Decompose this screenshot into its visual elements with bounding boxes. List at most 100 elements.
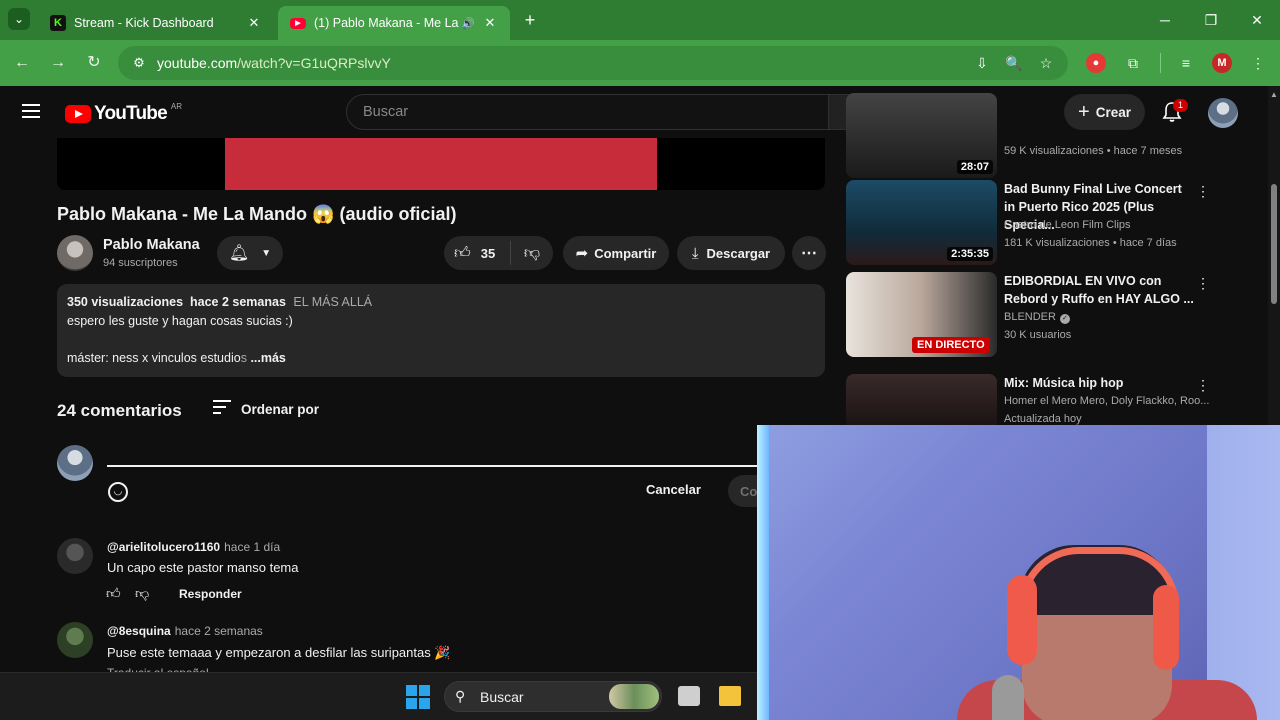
taskbar-search[interactable]: ⚲ Buscar: [444, 681, 662, 712]
download-button[interactable]: ⤓ Descargar: [677, 236, 785, 270]
comment-text: Puse este temaaa y empezaron a desfilar …: [107, 645, 451, 660]
search-input[interactable]: Buscar: [346, 94, 829, 130]
forward-button[interactable]: →: [45, 50, 71, 76]
share-button[interactable]: ➦ Compartir: [563, 236, 669, 270]
subscription-notifications-button[interactable]: 🔔︎ ▼: [217, 236, 283, 270]
video-thumbnail[interactable]: EN DIRECTO: [846, 272, 997, 357]
dislike-button[interactable]: 👎︎: [511, 244, 553, 263]
comment-author[interactable]: @arielitolucero1160 hace 1 día: [107, 540, 280, 554]
recommended-video[interactable]: 2:35:35 Bad Bunny Final Live Concert in …: [846, 180, 1216, 266]
channel-name: Homer el Mero Mero, Doly Flackko, Roo...: [1004, 395, 1210, 407]
extensions-puzzle-icon[interactable]: ⧉: [1123, 53, 1143, 73]
chevron-down-icon: ▼: [261, 247, 272, 259]
tab-search-menu-button[interactable]: ⌄: [8, 8, 30, 30]
install-app-icon[interactable]: ⇩: [972, 54, 992, 72]
toolbar-separator: [1160, 53, 1161, 73]
zoom-icon[interactable]: 🔍: [1004, 54, 1024, 72]
search-highlight-image: [609, 684, 659, 709]
browser-tab-bar: ⌄ K Stream - Kick Dashboard ✕ ▶ (1) Pabl…: [0, 0, 1280, 40]
video-title[interactable]: Mix: Música hip hop: [1004, 374, 1194, 392]
reply-button[interactable]: Responder: [179, 587, 242, 601]
screen: ⌄ K Stream - Kick Dashboard ✕ ▶ (1) Pabl…: [0, 0, 1280, 720]
thumbs-down-icon[interactable]: 👎︎: [135, 585, 153, 602]
description-line: espero les guste y hagan cosas sucias :): [67, 314, 293, 328]
minimize-button[interactable]: ─: [1142, 0, 1188, 40]
video-meta: 59 K visualizaciones • hace 7 meses: [1004, 145, 1183, 157]
youtube-header: YouTube AR Buscar + Crear: [0, 86, 1268, 138]
youtube-icon: ▶: [290, 17, 306, 29]
account-avatar[interactable]: [1208, 98, 1238, 128]
sort-comments-button[interactable]: Ordenar por: [213, 400, 319, 418]
more-actions-button[interactable]: ⋯: [792, 236, 826, 270]
channel-name[interactable]: Pablo Makana: [103, 237, 200, 253]
channel-name[interactable]: BLENDER ✓: [1004, 311, 1070, 324]
youtube-logo[interactable]: YouTube AR: [65, 102, 182, 125]
commenter-avatar[interactable]: [57, 622, 93, 658]
url-text: youtube.com/watch?v=G1uQRPslvvY: [157, 55, 391, 71]
close-tab-icon[interactable]: ✕: [246, 15, 262, 31]
headphones-icon: [1007, 575, 1037, 665]
recommended-mix[interactable]: Mix: Música hip hop Homer el Mero Mero, …: [846, 374, 1216, 426]
extension-red-icon[interactable]: ●: [1086, 53, 1106, 73]
video-meta: 30 K usuarios: [1004, 329, 1072, 341]
more-vertical-icon[interactable]: ⋮: [1196, 377, 1210, 394]
cancel-comment-button[interactable]: Cancelar: [646, 482, 701, 497]
video-meta: 181 K visualizaciones • hace 7 días: [1004, 237, 1177, 249]
close-tab-icon[interactable]: ✕: [482, 15, 498, 31]
back-button[interactable]: ←: [9, 50, 35, 76]
video-thumbnail[interactable]: 28:07: [846, 93, 997, 178]
new-tab-button[interactable]: +: [520, 9, 540, 31]
my-avatar: [57, 445, 93, 481]
reload-button[interactable]: ↻: [81, 50, 107, 76]
speaker-icon[interactable]: 🔊: [460, 17, 476, 30]
video-player[interactable]: [57, 138, 825, 190]
tab-kick-dashboard[interactable]: K Stream - Kick Dashboard ✕: [38, 6, 274, 40]
video-meta: Actualizada hoy: [1004, 413, 1082, 425]
tab-title: (1) Pablo Makana - Me La M: [314, 16, 460, 30]
comment-author[interactable]: @8esquina hace 2 semanas: [107, 624, 263, 638]
video-title: Pablo Makana - Me La Mando 😱 (audio ofic…: [57, 204, 457, 224]
channel-name[interactable]: Castro de Leon Film Clips: [1004, 219, 1131, 231]
comment-text: Un capo este pastor manso tema: [107, 560, 299, 575]
tab-title: Stream - Kick Dashboard: [74, 16, 214, 30]
commenter-avatar[interactable]: [57, 538, 93, 574]
verified-icon: ✓: [1059, 314, 1070, 324]
show-more-link[interactable]: ...más: [250, 351, 285, 365]
thumbs-down-icon: 👎︎: [523, 244, 541, 262]
close-window-button[interactable]: ✕: [1234, 0, 1280, 40]
video-description[interactable]: 350 visualizaciones hace 2 semanas EL MÁ…: [57, 284, 825, 377]
plus-icon: +: [1078, 101, 1090, 123]
video-title[interactable]: EDIBORDIAL EN VIVO con Rebord y Ruffo en…: [1004, 272, 1194, 308]
more-vertical-icon[interactable]: ⋮: [1196, 183, 1210, 200]
windows-start-icon[interactable]: [406, 685, 430, 709]
site-settings-icon[interactable]: ⚙: [130, 54, 148, 72]
video-thumbnail[interactable]: [846, 374, 997, 426]
task-view-icon[interactable]: [678, 686, 700, 706]
more-vertical-icon[interactable]: ⋮: [1196, 275, 1210, 292]
file-explorer-icon[interactable]: [719, 686, 741, 706]
video-thumbnail[interactable]: 2:35:35: [846, 180, 997, 265]
emoji-icon[interactable]: ◡: [108, 482, 128, 502]
profile-avatar[interactable]: M: [1212, 53, 1232, 73]
bookmark-star-icon[interactable]: ☆: [1036, 54, 1056, 72]
restore-button[interactable]: ❐: [1188, 0, 1234, 40]
scroll-up-icon[interactable]: ▲: [1270, 90, 1278, 99]
recommended-video[interactable]: EN DIRECTO EDIBORDIAL EN VIVO con Rebord…: [846, 272, 1216, 358]
address-bar[interactable]: ⚙ youtube.com/watch?v=G1uQRPslvvY ⇩ 🔍 ☆: [118, 46, 1068, 80]
thumbs-up-icon[interactable]: 👍︎: [106, 585, 124, 602]
scrollbar-thumb[interactable]: [1271, 184, 1277, 304]
hashtag[interactable]: EL MÁS ALLÁ: [293, 295, 372, 309]
channel-avatar[interactable]: [57, 235, 93, 271]
youtube-play-icon: [65, 105, 91, 123]
recommended-video[interactable]: 28:07 59 K visualizaciones • hace 7 mese…: [846, 93, 1216, 178]
microphone-icon: [992, 675, 1024, 720]
notification-count-badge: 1: [1173, 99, 1188, 112]
create-button[interactable]: + Crear: [1064, 94, 1145, 130]
download-icon: ⤓: [691, 244, 699, 262]
menu-icon[interactable]: [22, 104, 40, 118]
browser-menu-icon[interactable]: ⋮: [1248, 53, 1268, 73]
tab-youtube-video[interactable]: ▶ (1) Pablo Makana - Me La M 🔊 ✕: [278, 6, 510, 40]
like-button[interactable]: 👍︎ 35: [444, 244, 510, 263]
media-controls-icon[interactable]: ≡: [1176, 53, 1196, 73]
comment-input[interactable]: [107, 465, 767, 467]
